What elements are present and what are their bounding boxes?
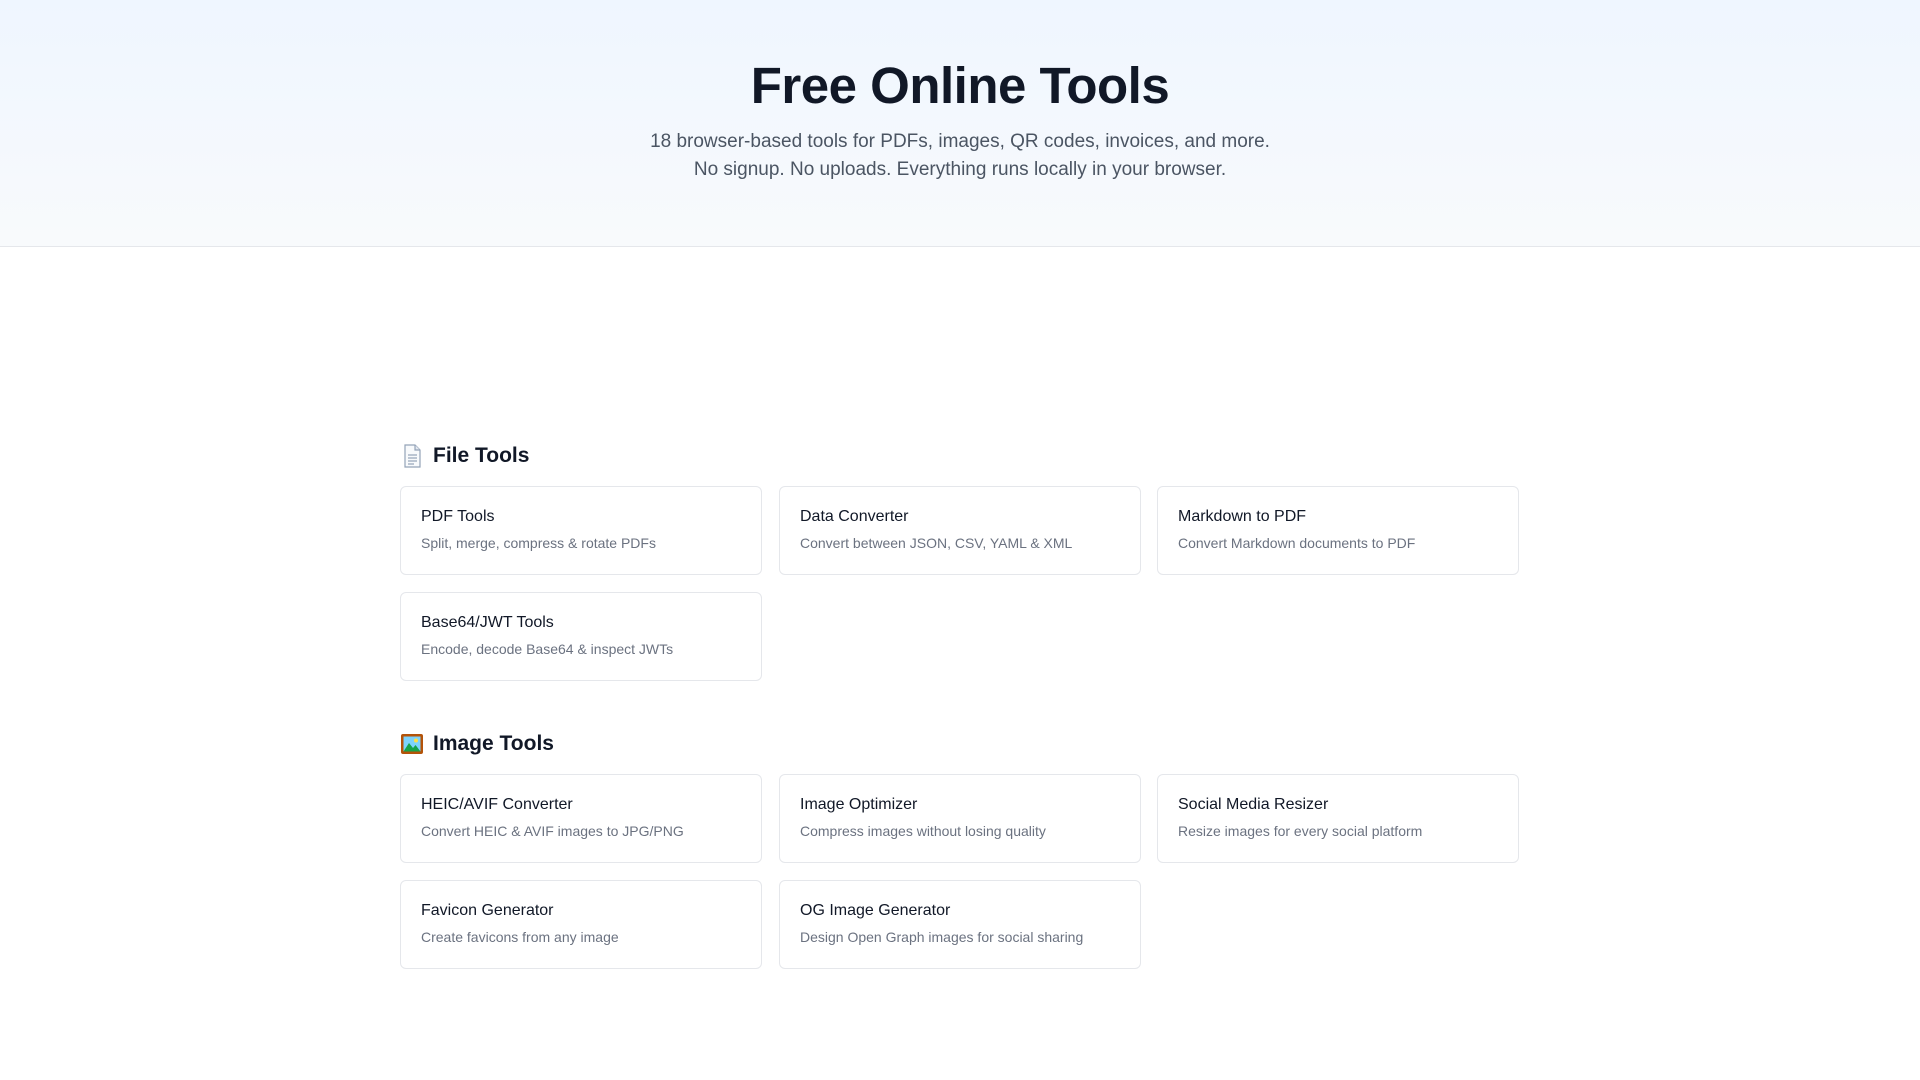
tool-card-heic-avif-converter[interactable]: HEIC/AVIF Converter Convert HEIC & AVIF … [400,774,762,863]
tool-card-pdf-tools[interactable]: PDF Tools Split, merge, compress & rotat… [400,486,762,575]
tool-description: Design Open Graph images for social shar… [800,929,1084,945]
tool-card-markdown-to-pdf[interactable]: Markdown to PDF Convert Markdown documen… [1157,486,1519,575]
tool-card-image-optimizer[interactable]: Image Optimizer Compress images without … [779,774,1141,863]
tool-name: Image Optimizer [800,796,918,813]
section-title: File Tools [433,444,530,467]
section-heading-file-tools: File Tools [400,440,529,472]
tool-name: Markdown to PDF [1178,508,1307,525]
tool-card-base64-jwt-tools[interactable]: Base64/JWT Tools Encode, decode Base64 &… [400,592,762,681]
tool-description: Convert between JSON, CSV, YAML & XML [800,535,1073,551]
document-icon [400,444,424,468]
tool-name: PDF Tools [421,508,495,525]
tool-description: Compress images without losing quality [800,823,1046,839]
hero-banner: Free Online Tools 18 browser-based tools… [0,0,1920,247]
page-subtitle: 18 browser-based tools for PDFs, images,… [650,131,1270,180]
tool-name: Social Media Resizer [1178,796,1329,813]
tool-card-favicon-generator[interactable]: Favicon Generator Create favicons from a… [400,880,762,969]
tool-description: Split, merge, compress & rotate PDFs [421,535,656,551]
section-title: Image Tools [433,732,554,755]
tool-name: HEIC/AVIF Converter [421,796,573,813]
page-title: Free Online Tools [750,57,1170,114]
tool-card-data-converter[interactable]: Data Converter Convert between JSON, CSV… [779,486,1141,575]
tool-description: Convert HEIC & AVIF images to JPG/PNG [421,823,684,839]
section-heading-image-tools: Image Tools [400,728,554,760]
tool-name: Favicon Generator [421,902,554,919]
tool-description: Encode, decode Base64 & inspect JWTs [421,641,674,657]
tool-description: Create favicons from any image [421,929,619,945]
framed-picture-icon [400,732,424,756]
tool-description: Resize images for every social platform [1178,823,1423,839]
tool-card-social-media-resizer[interactable]: Social Media Resizer Resize images for e… [1157,774,1519,863]
tool-description: Convert Markdown documents to PDF [1178,535,1416,551]
tool-name: Data Converter [800,508,909,525]
tool-card-og-image-generator[interactable]: OG Image Generator Design Open Graph ima… [779,880,1141,969]
tool-name: OG Image Generator [800,902,951,919]
tool-name: Base64/JWT Tools [421,614,554,631]
